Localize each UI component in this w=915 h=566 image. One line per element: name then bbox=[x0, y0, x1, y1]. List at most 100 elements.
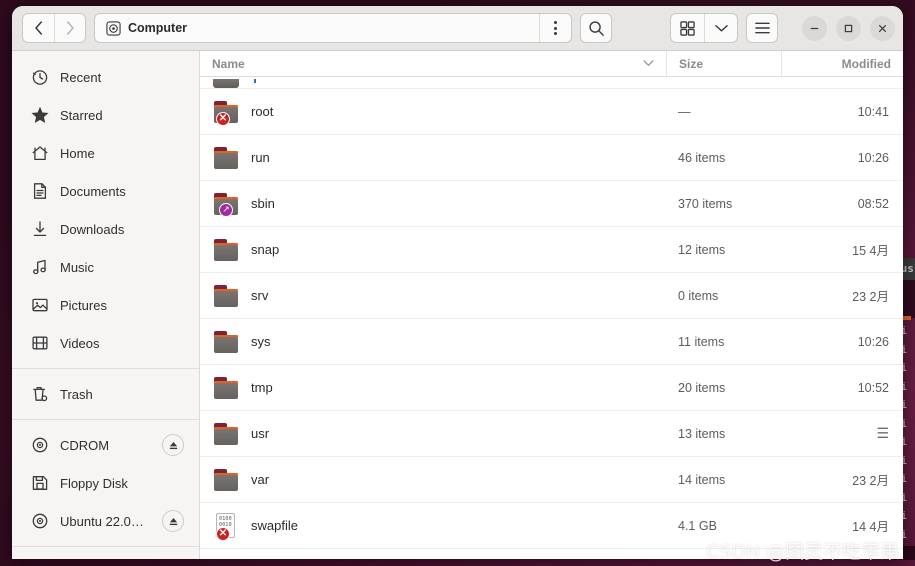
column-header-name-label: Name bbox=[212, 56, 245, 71]
disc-icon bbox=[31, 512, 49, 530]
path-options-button[interactable] bbox=[539, 14, 571, 42]
clock-icon bbox=[31, 68, 49, 86]
file-size: 12 items bbox=[678, 242, 726, 257]
column-header-modified[interactable]: Modified bbox=[781, 50, 903, 77]
eject-button[interactable] bbox=[162, 510, 184, 532]
back-button[interactable] bbox=[23, 14, 54, 42]
view-switcher bbox=[670, 13, 738, 43]
file-modified: 10:41 bbox=[857, 104, 889, 119]
music-icon bbox=[31, 258, 49, 276]
table-row[interactable]: usr 13 items ☰ bbox=[200, 411, 903, 457]
file-size: 14 items bbox=[678, 472, 726, 487]
file-name: run bbox=[251, 150, 270, 165]
sidebar-item-cdrom[interactable]: CDROM bbox=[17, 426, 194, 464]
sidebar-item-documents[interactable]: Documents bbox=[17, 172, 194, 210]
close-button[interactable] bbox=[870, 15, 895, 41]
path-label: Computer bbox=[128, 21, 188, 35]
sidebar-item-pictures[interactable]: Pictures bbox=[17, 286, 194, 324]
folder-icon bbox=[213, 146, 240, 170]
path-button-computer[interactable]: Computer bbox=[95, 14, 539, 42]
table-row[interactable] bbox=[200, 77, 903, 89]
error-emblem-icon: ✕ bbox=[216, 111, 230, 126]
file-modified: 14 4月 bbox=[852, 520, 889, 534]
sidebar-item-trash[interactable]: Trash bbox=[17, 375, 194, 413]
file-modified: 08:52 bbox=[857, 196, 889, 211]
file-name-cell: sys bbox=[200, 330, 666, 354]
sidebar-item-label: Downloads bbox=[60, 221, 125, 237]
file-name: sys bbox=[251, 334, 271, 349]
file-name: root bbox=[251, 104, 274, 119]
file-size: 13 items bbox=[678, 426, 726, 441]
sidebar-item-label: Pictures bbox=[60, 297, 107, 313]
disc-icon bbox=[31, 436, 49, 454]
table-row[interactable]: var 14 items 23 2月 bbox=[200, 457, 903, 503]
minimize-button[interactable] bbox=[802, 15, 827, 41]
window-body: Recent Starred Home Documents Downloads Music… bbox=[12, 50, 903, 559]
file-name: swapfile bbox=[251, 518, 298, 533]
sidebar-item-label: Home bbox=[60, 145, 95, 161]
file-modified: 23 2月 bbox=[852, 290, 889, 304]
chevron-down-icon bbox=[714, 24, 728, 32]
sidebar-item-label: Trash bbox=[60, 386, 93, 402]
sidebar-item-label: Floppy Disk bbox=[60, 475, 128, 491]
folder-icon bbox=[213, 468, 240, 492]
file-name-cell: srv bbox=[200, 284, 666, 308]
table-row[interactable]: sys 11 items 10:26 bbox=[200, 319, 903, 365]
sidebar-item-home[interactable]: Home bbox=[17, 134, 194, 172]
forward-button[interactable] bbox=[54, 14, 85, 42]
folder-icon: ↗ bbox=[213, 192, 240, 217]
file-size: 20 items bbox=[678, 380, 726, 395]
clock-icon bbox=[32, 70, 48, 85]
floppy-icon bbox=[31, 474, 49, 492]
sidebar-item-other-locations[interactable]: Other Locations bbox=[17, 553, 194, 559]
sidebar-item-starred[interactable]: Starred bbox=[17, 96, 194, 134]
file-name-cell: tmp bbox=[200, 376, 666, 400]
sidebar-item-ubuntu-22-0[interactable]: Ubuntu 22.0… bbox=[17, 502, 194, 540]
window-controls bbox=[802, 15, 895, 41]
table-row[interactable]: snap 12 items 15 4月 bbox=[200, 227, 903, 273]
sidebar-item-music[interactable]: Music bbox=[17, 248, 194, 286]
sidebar-item-recent[interactable]: Recent bbox=[17, 58, 194, 96]
eject-icon bbox=[169, 441, 177, 449]
eject-button[interactable] bbox=[162, 434, 184, 456]
picture-icon bbox=[32, 298, 48, 312]
file-name-cell: ↗ sbin bbox=[200, 192, 666, 217]
table-row[interactable]: ↗ sbin 370 items 08:52 bbox=[200, 181, 903, 227]
table-row[interactable]: run 46 items 10:26 bbox=[200, 135, 903, 181]
table-row[interactable]: ✕ root — 10:41 bbox=[200, 89, 903, 135]
file-size: — bbox=[678, 104, 691, 119]
column-header-size[interactable]: Size bbox=[666, 50, 781, 77]
sidebar-item-label: CDROM bbox=[60, 437, 110, 453]
screen: /us /i/i/i/i/i/i/i/i/i/i/i/i bbox=[0, 0, 915, 566]
folder-icon bbox=[213, 238, 240, 262]
sidebar-divider bbox=[12, 368, 199, 369]
file-modified: 23 2月 bbox=[852, 474, 889, 488]
close-icon bbox=[878, 24, 887, 32]
sidebar-item-videos[interactable]: Videos bbox=[17, 324, 194, 362]
home-icon bbox=[32, 146, 48, 161]
grid-view-button[interactable] bbox=[671, 14, 704, 42]
video-icon bbox=[32, 336, 48, 350]
document-icon bbox=[31, 182, 49, 200]
sidebar-item-downloads[interactable]: Downloads bbox=[17, 210, 194, 248]
sidebar-item-floppy-disk[interactable]: Floppy Disk bbox=[17, 464, 194, 502]
search-button[interactable] bbox=[580, 13, 612, 43]
sidebar-item-label: Music bbox=[60, 259, 94, 275]
binary-file-icon: 0100001010✕ bbox=[213, 512, 240, 541]
table-row[interactable]: 0100001010✕ swapfile 4.1 GB 14 4月 bbox=[200, 503, 903, 549]
main-menu-button[interactable] bbox=[746, 13, 778, 43]
file-name: srv bbox=[251, 288, 269, 303]
download-icon bbox=[31, 220, 49, 238]
folder-emblem bbox=[254, 79, 256, 83]
file-name-cell: usr bbox=[200, 422, 666, 446]
sidebar-item-label: Videos bbox=[60, 335, 100, 351]
disc-icon bbox=[32, 437, 48, 453]
table-row[interactable]: tmp 20 items 10:52 bbox=[200, 365, 903, 411]
row-menu-button[interactable]: ☰ bbox=[781, 425, 903, 442]
folder-icon bbox=[213, 284, 240, 308]
table-row[interactable]: srv 0 items 23 2月 bbox=[200, 273, 903, 319]
column-header-name[interactable]: Name bbox=[200, 51, 666, 77]
view-options-dropdown[interactable] bbox=[704, 14, 737, 42]
sidebar-item-label: Ubuntu 22.0… bbox=[60, 513, 144, 529]
maximize-button[interactable] bbox=[836, 15, 861, 41]
